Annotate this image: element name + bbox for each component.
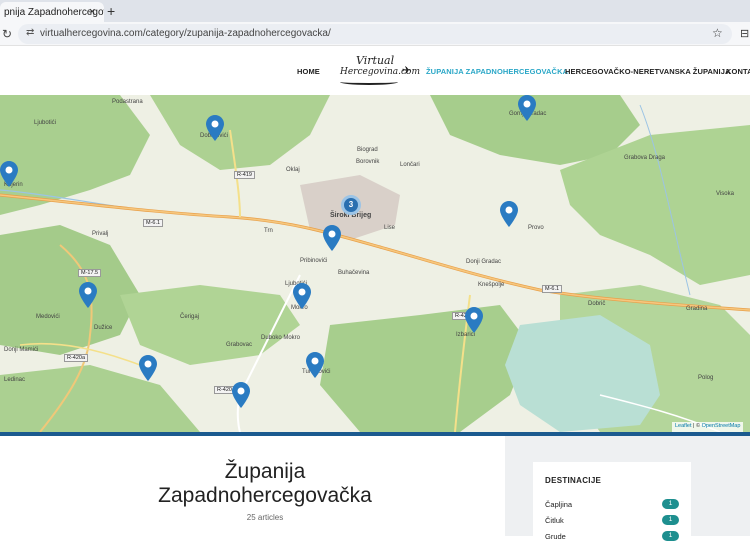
page-title: Županija Zapadnohercegovačka <box>100 460 430 508</box>
map-cluster-marker[interactable]: 3 <box>341 195 361 215</box>
logo-swoosh <box>340 79 398 85</box>
map-place-label: Lončari <box>400 162 420 168</box>
url-field[interactable]: ⇄ virtualhercegovina.com/category/zupani… <box>18 24 732 44</box>
map-attribution: Leaflet | © OpenStreetMap <box>672 422 744 432</box>
map-marker-icon[interactable] <box>518 95 536 121</box>
road-label: R-420a <box>64 354 89 362</box>
map-marker-icon[interactable] <box>500 201 518 227</box>
map-place-label: Borovnik <box>356 159 380 165</box>
map-marker-icon[interactable] <box>323 225 341 251</box>
nav-zupanija-zapadnohercegovacka[interactable]: ŽUPANIJA ZAPADNOHERCEGOVAČKA <box>426 67 568 76</box>
map-place-label: Ljubotići <box>34 120 57 126</box>
reload-icon[interactable]: ↻ <box>2 27 12 41</box>
map-place-label: Medovići <box>36 314 60 320</box>
site-logo[interactable]: Virtual Hercegovina.com ✈ <box>338 52 420 88</box>
sidebar: DESTINACIJE Čapljina 1 Čitluk 1 Grude 1 <box>505 436 750 542</box>
map-marker-icon[interactable] <box>465 307 483 333</box>
leaflet-link[interactable]: Leaflet <box>675 423 692 429</box>
nav-home[interactable]: HOME <box>297 67 320 76</box>
map-marker-icon[interactable] <box>232 382 250 408</box>
road-label: R-419 <box>234 171 255 179</box>
map-place-label: Buhačevina <box>338 270 370 276</box>
map-marker-icon[interactable] <box>206 115 224 141</box>
logo-text-virtual: Virtual <box>356 54 395 67</box>
road-label: M-6.1 <box>143 219 164 227</box>
map-place-label: Lise <box>384 225 396 231</box>
map-place-label: Polog <box>698 375 714 381</box>
site-header: Virtual Hercegovina.com ✈ HOME ŽUPANIJA … <box>0 47 750 95</box>
bookmark-star-icon[interactable]: ☆ <box>712 26 723 40</box>
destination-name[interactable]: Grude <box>545 532 566 541</box>
map-place-label: Trn <box>264 228 273 234</box>
map-place-label: Dobrič <box>588 301 606 307</box>
destination-item[interactable]: Čitluk 1 <box>545 515 679 527</box>
new-tab-icon[interactable]: + <box>107 3 115 19</box>
map-marker-icon[interactable] <box>306 352 324 378</box>
page-title-line-2: Zapadnohercegovačka <box>158 484 372 507</box>
map-marker-icon[interactable] <box>0 161 18 187</box>
browser-tab-bar: pnija Zapadnohercegovačka × + <box>0 0 750 22</box>
map-place-label: Dužice <box>94 325 113 331</box>
nav-kontakt[interactable]: KONTA <box>726 67 750 76</box>
browser-address-bar: ↻ ⇄ virtualhercegovina.com/category/zupa… <box>0 22 750 46</box>
map-place-label: Oklaj <box>286 167 300 173</box>
destination-count-badge: 1 <box>662 515 679 525</box>
map-marker-icon[interactable] <box>139 355 157 381</box>
map-place-label: Grabova Draga <box>624 155 666 161</box>
map-place-label: Donji Mamići <box>4 347 39 353</box>
url-text[interactable]: virtualhercegovina.com/category/zupanija… <box>40 28 331 39</box>
map-place-label: Visoka <box>716 191 734 197</box>
map-place-label: Knešpolje <box>478 282 505 288</box>
attribution-separator: | © <box>691 423 702 429</box>
map-place-label: Donji Gradac <box>466 259 502 265</box>
map-place-label: Grabovac <box>226 342 253 348</box>
map-place-label: Provo <box>528 225 544 231</box>
map-place-label: Čerigaj <box>180 314 200 320</box>
main-content: Županija Zapadnohercegovačka 25 articles… <box>0 436 750 542</box>
destination-item[interactable]: Čapljina 1 <box>545 499 679 511</box>
extensions-icon[interactable]: ⊟ <box>740 27 749 40</box>
map-place-label: Ledinac <box>4 377 26 383</box>
airplane-icon: ✈ <box>402 65 412 77</box>
destination-item[interactable]: Grude 1 <box>545 531 679 543</box>
close-icon[interactable]: × <box>89 6 95 18</box>
destinations-widget: DESTINACIJE Čapljina 1 Čitluk 1 Grude 1 <box>533 462 691 542</box>
openstreetmap-link[interactable]: OpenStreetMap <box>702 423 741 429</box>
map-place-label: Podastrana <box>112 99 143 105</box>
road-label: M-6.1 <box>542 285 563 293</box>
destination-name[interactable]: Čapljina <box>545 500 572 509</box>
browser-tab[interactable]: pnija Zapadnohercegovačka × <box>0 2 104 22</box>
destination-name[interactable]: Čitluk <box>545 516 564 525</box>
page-title-line-1: Županija <box>224 460 306 483</box>
map-marker-icon[interactable] <box>293 283 311 309</box>
destination-count-badge: 1 <box>662 499 679 509</box>
site-info-icon[interactable]: ⇄ <box>26 27 34 38</box>
map-view[interactable]: Podastrana Ljubotići Dobrkovići Oklaj Lo… <box>0 95 750 432</box>
widget-title: DESTINACIJE <box>545 476 602 485</box>
map-place-label: Privalj <box>92 231 109 237</box>
map-place-label: Gradina <box>686 306 708 312</box>
map-terrain <box>0 95 750 432</box>
map-place-label: Duboko Mokro <box>261 335 301 341</box>
map-marker-icon[interactable] <box>79 282 97 308</box>
nav-hercegovacko-neretvanska[interactable]: HERCEGOVAČKO-NERETVANSKA ŽUPANIJA <box>565 67 731 76</box>
road-label: M-17.5 <box>78 269 102 277</box>
article-count: 25 articles <box>246 513 284 522</box>
map-place-label: Pribinovići <box>300 258 328 264</box>
map-place-label: Biograd <box>357 147 378 153</box>
destination-count-badge: 1 <box>662 531 679 541</box>
